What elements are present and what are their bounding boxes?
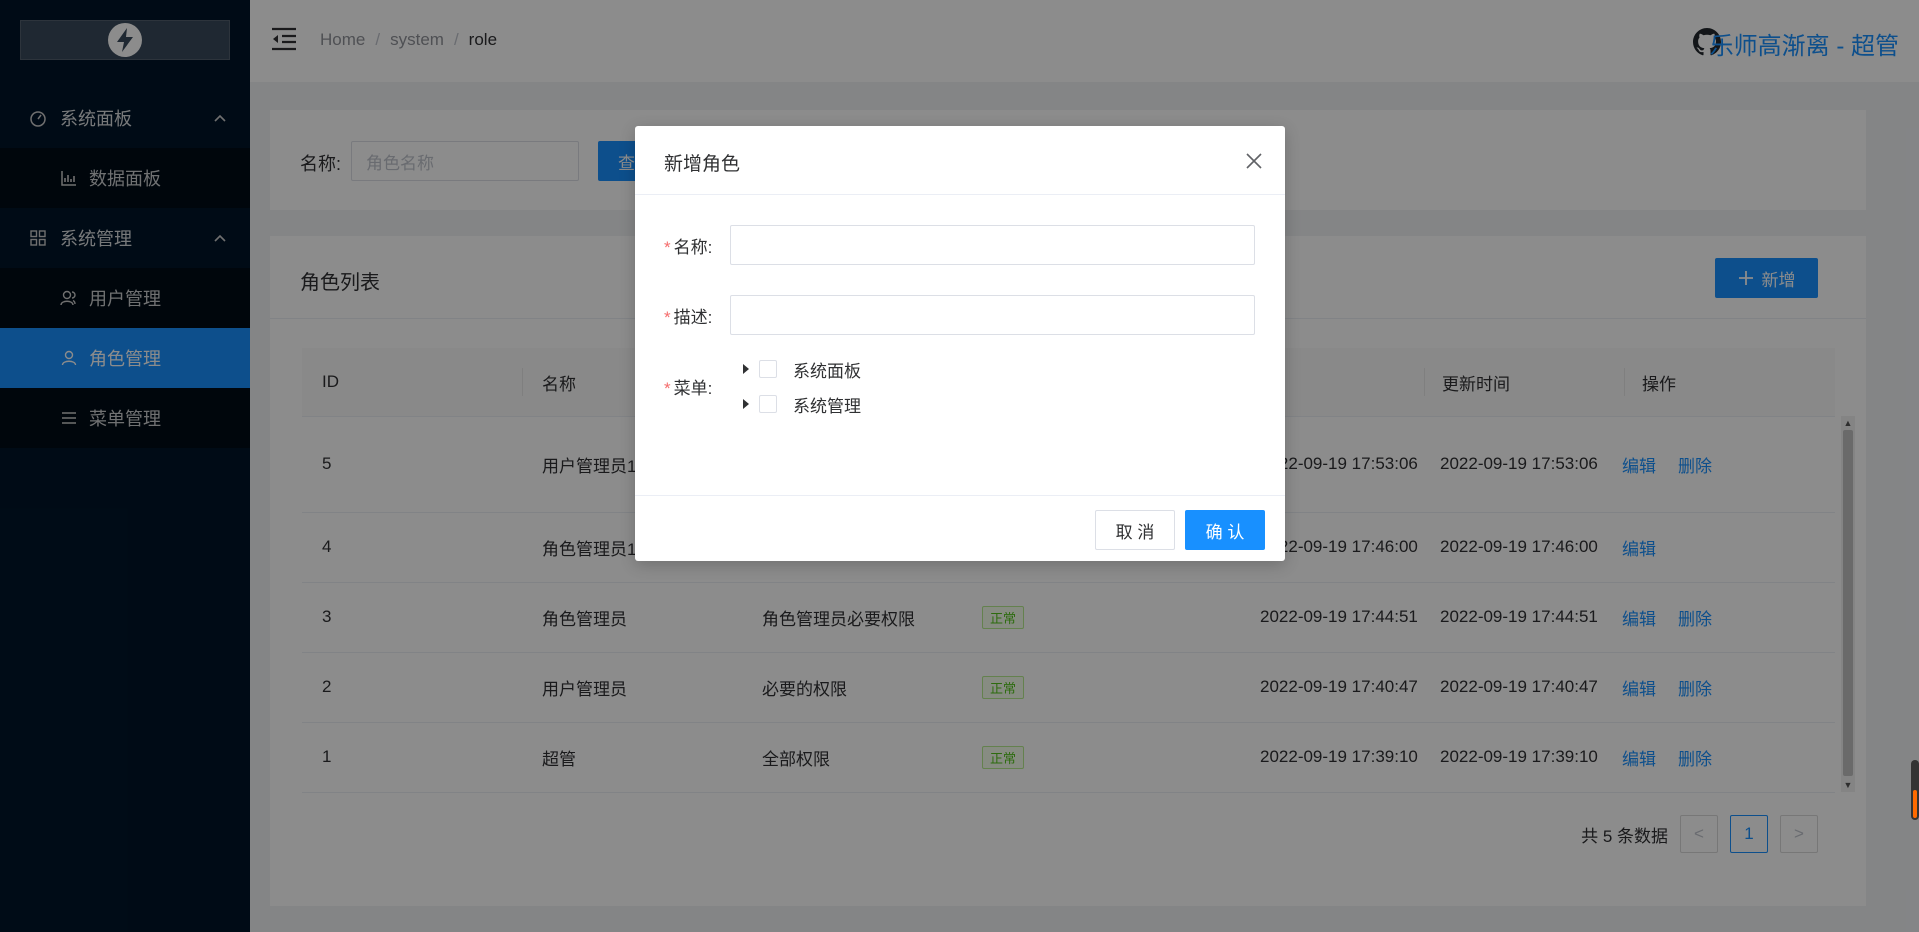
dialog-title: 新增角色 — [664, 154, 741, 175]
cancel-button[interactable]: 取 消 — [1095, 510, 1175, 550]
caret-right-icon[interactable] — [743, 364, 749, 374]
role-description-field[interactable] — [730, 295, 1255, 335]
menu-tree-node[interactable]: 系统面板 — [743, 354, 861, 384]
tree-checkbox[interactable] — [759, 395, 777, 413]
caret-right-icon[interactable] — [743, 399, 749, 409]
page-scrollbar-thumb[interactable] — [1913, 790, 1917, 818]
role-name-field[interactable] — [730, 225, 1255, 265]
name-field-label: * 名称: — [664, 238, 713, 257]
close-icon[interactable] — [1245, 152, 1263, 170]
tree-node-label: 系统面板 — [793, 361, 861, 381]
confirm-button[interactable]: 确 认 — [1185, 510, 1265, 550]
page-scrollbar[interactable] — [1911, 760, 1919, 820]
add-role-dialog: 新增角色 * 名称: * 描述: * 菜单: 系统面板 系统管理 取 消 确 认 — [635, 126, 1285, 561]
dialog-footer-divider — [635, 495, 1285, 496]
tree-checkbox[interactable] — [759, 360, 777, 378]
menu-field-label: * 菜单: — [664, 379, 713, 398]
dialog-divider — [635, 194, 1285, 195]
description-field-label: * 描述: — [664, 308, 713, 327]
tree-node-label: 系统管理 — [793, 396, 861, 416]
menu-tree-node[interactable]: 系统管理 — [743, 389, 861, 419]
